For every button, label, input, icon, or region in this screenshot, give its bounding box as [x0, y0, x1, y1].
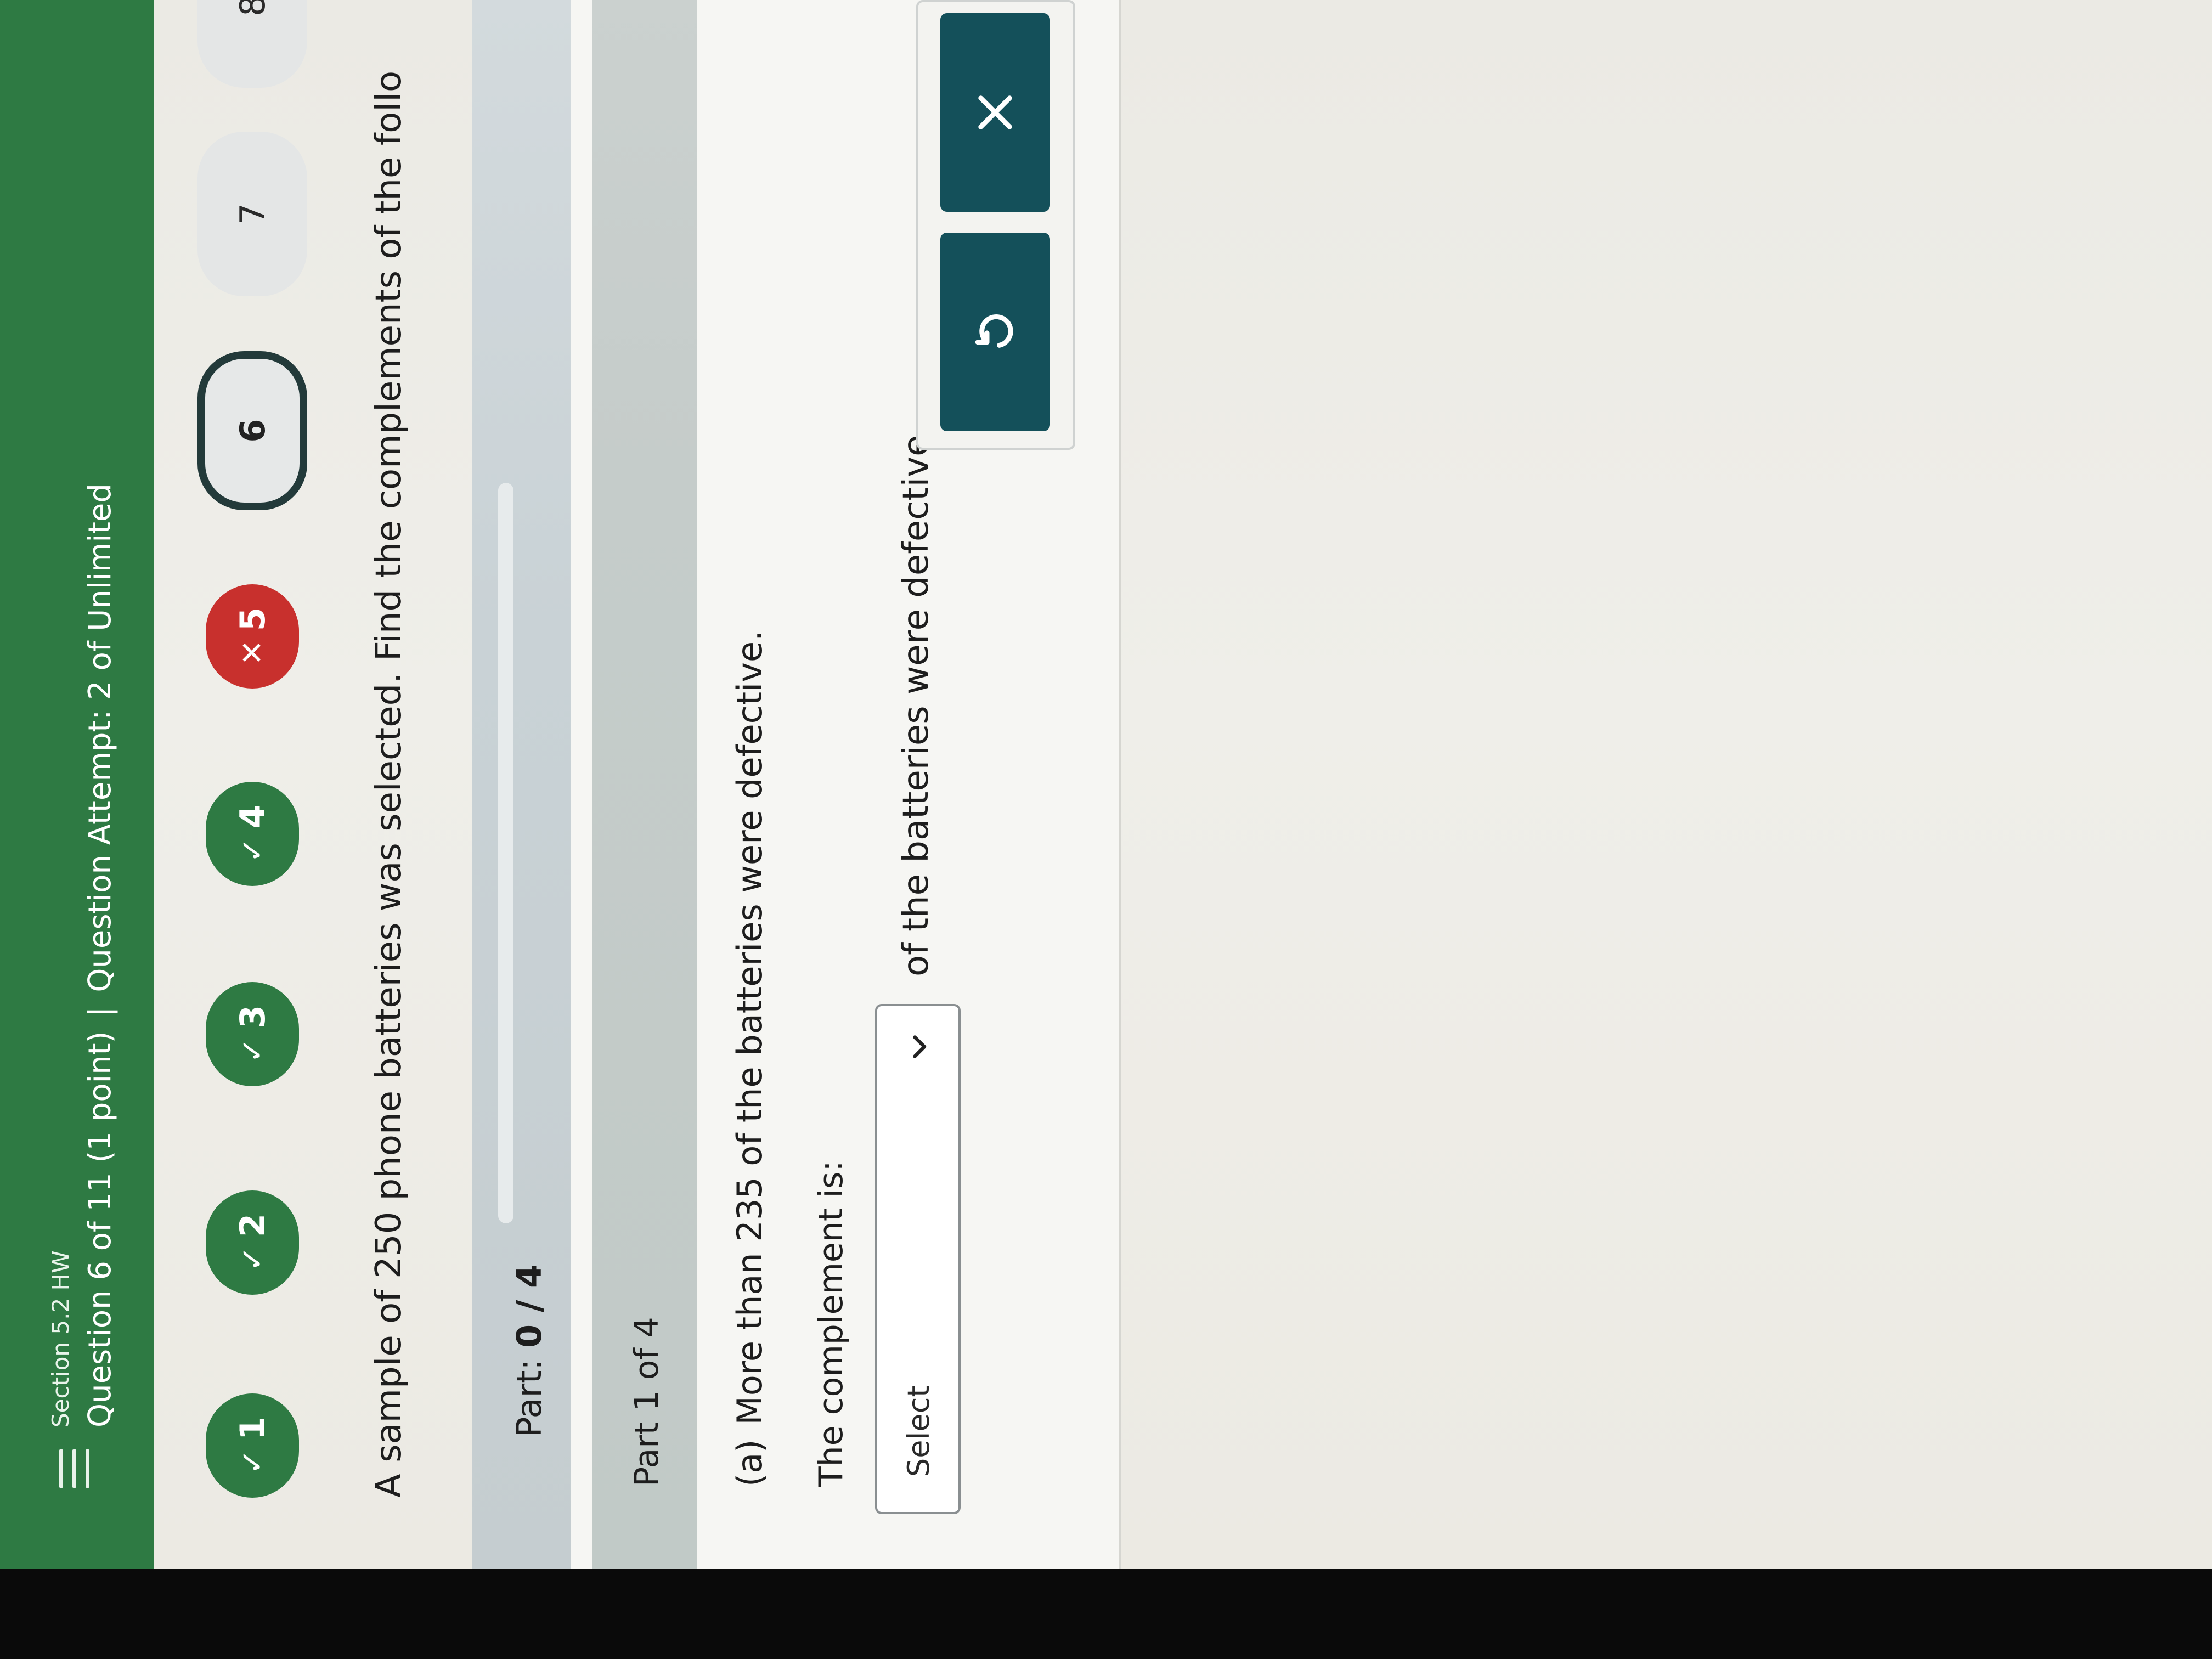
question-position: Question 6 of 11 (1 point) — [82, 1031, 118, 1427]
complement-select[interactable]: Select — [875, 1004, 961, 1514]
part-tag: (a) — [730, 1439, 770, 1487]
question-6-button[interactable]: 6 — [198, 351, 307, 510]
question-2-button[interactable]: ✓ 2 — [206, 1190, 299, 1295]
checkmark-icon: ✓ — [234, 1037, 270, 1064]
part-label: Part: 0 / 4 — [509, 1264, 549, 1437]
checkmark-icon: ✓ — [234, 837, 270, 864]
question-3-button[interactable]: ✓ 3 — [206, 982, 299, 1086]
assignment-header: Section 5.2 HW Question 6 of 11 (1 point… — [0, 0, 154, 1569]
question-prompt: A sample of 250 phone batteries was sele… — [369, 70, 409, 1498]
question-text: More than 235 of the batteries were defe… — [730, 630, 770, 1425]
question-4-button[interactable]: ✓ 4 — [206, 782, 299, 886]
question-8-button[interactable]: 8 — [198, 0, 307, 88]
answer-suffix: of the batteries were defective. — [896, 424, 936, 977]
undo-button[interactable] — [940, 233, 1050, 431]
part-header-label: Part 1 of 4 — [628, 1317, 666, 1487]
close-icon — [978, 95, 1012, 129]
question-part-a: (a) More than 235 of the batteries were d… — [730, 630, 770, 1487]
x-mark-icon: ✕ — [234, 640, 270, 666]
separator: | — [82, 1006, 118, 1017]
undo-icon — [975, 314, 1013, 348]
attempt-count: Question Attempt: 2 of Unlimited — [82, 483, 118, 992]
checkmark-icon: ✓ — [234, 1449, 270, 1475]
question-info: Question 6 of 11 (1 point) | Question Atte… — [82, 483, 118, 1427]
hamburger-menu-icon[interactable] — [59, 1449, 90, 1488]
progress-track — [498, 483, 514, 1223]
checkmark-icon: ✓ — [234, 1246, 270, 1272]
select-value: Select — [901, 1385, 936, 1477]
chevron-down-icon — [913, 1035, 927, 1058]
question-navigation: ✓ 1 ✓ 2 ✓ 3 ✓ 4 ✕ 5 6 7 8 — [154, 0, 318, 1569]
part-header: Part 1 of 4 — [592, 0, 697, 1569]
action-buttons — [916, 0, 1075, 450]
question-5-button[interactable]: ✕ 5 — [206, 584, 299, 689]
part-progress-bar: Part: 0 / 4 — [472, 0, 571, 1569]
screen: Section 5.2 HW Question 6 of 11 (1 point… — [0, 0, 2212, 1569]
complement-label: The complement is: — [812, 1160, 850, 1487]
question-1-button[interactable]: ✓ 1 — [206, 1393, 299, 1498]
close-button[interactable] — [940, 13, 1050, 212]
question-7-button[interactable]: 7 — [198, 132, 307, 296]
section-title: Section 5.2 HW — [47, 1250, 74, 1427]
part-count: 0 / 4 — [509, 1264, 549, 1348]
